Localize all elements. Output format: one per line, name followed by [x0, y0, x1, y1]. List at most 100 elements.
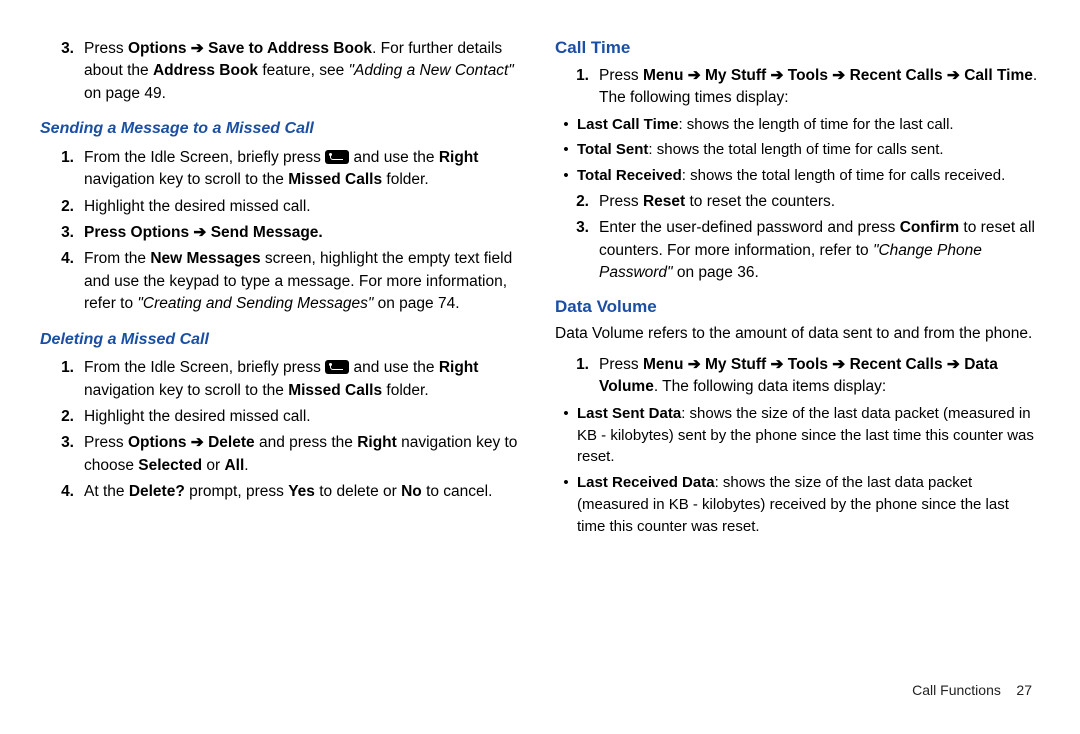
text: Options	[128, 40, 187, 57]
text: Options	[131, 224, 190, 241]
text: or	[202, 457, 224, 474]
text: Tools	[788, 356, 828, 373]
text: ➔	[683, 356, 705, 373]
text: My Stuff	[705, 67, 766, 84]
text: Press	[84, 434, 128, 451]
text: From the	[84, 250, 150, 267]
footer-label: Call Functions	[912, 682, 1001, 698]
text: Missed Calls	[288, 171, 382, 188]
page: 3. Press Options ➔ Save to Address Book.…	[0, 0, 1080, 734]
text: Reset	[643, 193, 685, 210]
text: ➔	[943, 67, 965, 84]
left-column: 3. Press Options ➔ Save to Address Book.…	[40, 34, 525, 714]
list-item: 1. From the Idle Screen, briefly press a…	[40, 357, 525, 402]
text: on page 49.	[84, 85, 166, 102]
text: ➔	[683, 67, 705, 84]
text: No	[401, 483, 422, 500]
text: and use the	[349, 359, 439, 376]
text: Enter the user-defined password and pres…	[599, 219, 900, 236]
text: Last Sent Data	[577, 405, 681, 422]
text: navigation key to scroll to the	[84, 171, 288, 188]
text: ➔	[766, 356, 788, 373]
text: prompt, press	[185, 483, 288, 500]
text: Data Volume refers to the amount of data…	[555, 323, 1040, 345]
text: folder.	[382, 382, 429, 399]
text: All	[224, 457, 244, 474]
phone-key-icon	[325, 150, 349, 164]
text: Save to Address Book	[208, 40, 372, 57]
text: Tools	[788, 67, 833, 84]
text: Highlight the desired missed call.	[84, 406, 525, 428]
heading-deleting: Deleting a Missed Call	[40, 328, 525, 351]
text: navigation key to scroll to the	[84, 382, 288, 399]
text: ➔	[189, 224, 211, 241]
text: Press	[599, 67, 643, 84]
list-item: 3. Press Options ➔ Save to Address Book.…	[40, 38, 525, 105]
page-footer: Call Functions 27	[912, 682, 1032, 698]
text: Menu	[643, 67, 683, 84]
text: Yes	[288, 483, 315, 500]
heading-calltime: Call Time	[555, 36, 1040, 61]
text: Total Sent	[577, 141, 648, 158]
text: to reset the counters.	[685, 193, 835, 210]
text: ➔	[187, 40, 209, 57]
bullet-item: •Total Received: shows the total length …	[555, 165, 1040, 187]
text: : shows the total length of time for cal…	[682, 167, 1006, 184]
text: Press	[84, 40, 128, 57]
text: From the Idle Screen, briefly press	[84, 359, 325, 376]
bullet-item: •Last Received Data: shows the size of t…	[555, 472, 1040, 537]
list-item: 1. Press Menu ➔ My Stuff ➔ Tools ➔ Recen…	[555, 65, 1040, 110]
text: .	[244, 457, 248, 474]
list-item: 4. At the Delete? prompt, press Yes to d…	[40, 481, 525, 503]
text: Press	[599, 193, 643, 210]
text: Missed Calls	[288, 382, 382, 399]
text: .	[318, 224, 322, 241]
text: feature, see	[258, 62, 348, 79]
text: Address Book	[153, 62, 258, 79]
text: "Creating and Sending Messages"	[137, 295, 373, 312]
list-item: 3. Enter the user-defined password and p…	[555, 217, 1040, 284]
list-item: 2. Highlight the desired missed call.	[40, 406, 525, 428]
text: Delete?	[129, 483, 185, 500]
text: Press	[84, 224, 131, 241]
text: folder.	[382, 171, 429, 188]
text: Delete	[208, 434, 255, 451]
text: and press the	[255, 434, 358, 451]
right-column: Call Time 1. Press Menu ➔ My Stuff ➔ Too…	[555, 34, 1040, 714]
text: Highlight the desired missed call.	[84, 196, 525, 218]
text: Confirm	[900, 219, 959, 236]
text: "Adding a New Contact"	[349, 62, 514, 79]
phone-key-icon	[325, 360, 349, 374]
text: on page 36.	[673, 264, 759, 281]
list-item: 4. From the New Messages screen, highlig…	[40, 248, 525, 315]
text: Options	[128, 434, 187, 451]
heading-sending: Sending a Message to a Missed Call	[40, 117, 525, 140]
list-item: 2. Highlight the desired missed call.	[40, 196, 525, 218]
text: Last Call Time	[577, 116, 678, 133]
text: ➔	[943, 356, 965, 373]
list-item: 3. Press Options ➔ Send Message.	[40, 222, 525, 244]
text: and use the	[349, 149, 439, 166]
text: : shows the length of time for the last …	[678, 116, 953, 133]
text: Right	[439, 149, 479, 166]
text: Press	[599, 356, 643, 373]
text: New Messages	[150, 250, 260, 267]
text: Call Time	[964, 67, 1033, 84]
text: Last Received Data	[577, 474, 715, 491]
text: At the	[84, 483, 129, 500]
text: From the Idle Screen, briefly press	[84, 149, 325, 166]
heading-datavolume: Data Volume	[555, 295, 1040, 320]
text: to delete or	[315, 483, 401, 500]
text: Right	[357, 434, 397, 451]
text: : shows the total length of time for cal…	[648, 141, 943, 158]
text: . The following data items display:	[654, 378, 886, 395]
list-item: 3. Press Options ➔ Delete and press the …	[40, 432, 525, 477]
list-item: 1. Press Menu ➔ My Stuff ➔ Tools ➔ Recen…	[555, 354, 1040, 399]
bullet-item: •Last Sent Data: shows the size of the l…	[555, 403, 1040, 468]
text: Menu	[643, 356, 683, 373]
bullet-item: •Total Sent: shows the total length of t…	[555, 139, 1040, 161]
text: Send Message	[211, 224, 319, 241]
text: My Stuff	[705, 356, 766, 373]
footer-page: 27	[1016, 682, 1032, 698]
text: on page 74.	[373, 295, 459, 312]
